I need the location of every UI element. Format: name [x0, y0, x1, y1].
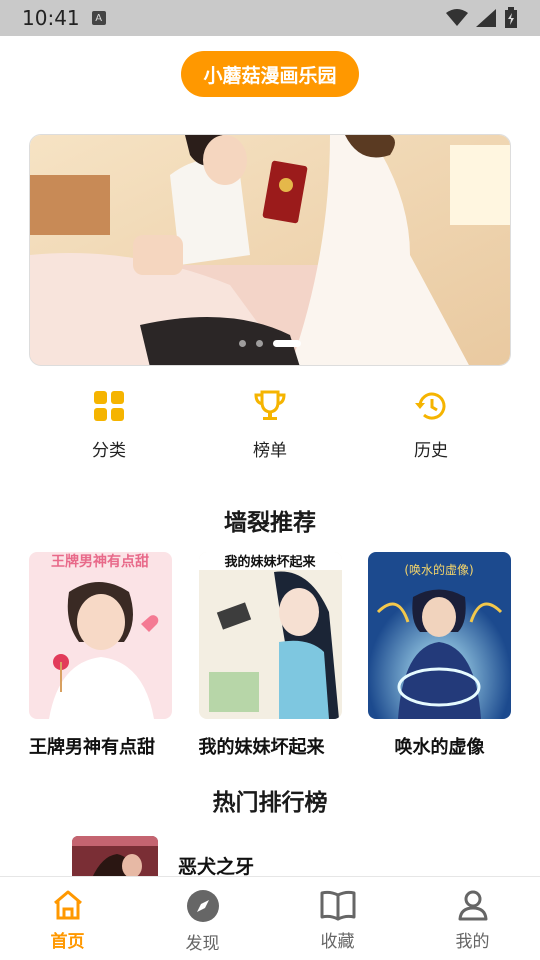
tab-profile[interactable]: 我的	[405, 877, 540, 960]
bottom-tab-bar: 首页 发现 收藏 我的	[0, 876, 540, 960]
section-title-ranking: 热门排行榜	[212, 790, 328, 816]
user-icon	[458, 890, 487, 921]
notification-icon: A	[91, 11, 106, 25]
comic-card[interactable]: 我的妹妹坏起来 我的妹妹坏起来	[198, 552, 342, 759]
quick-action-category[interactable]: 分类	[29, 390, 189, 461]
cover-title-text: 王牌男神有点甜	[51, 553, 149, 570]
banner-carousel[interactable]	[29, 134, 511, 366]
tab-label: 收藏	[320, 932, 355, 952]
comic-cover: (唤水的虚像)	[368, 552, 511, 719]
tab-home[interactable]: 首页	[0, 877, 135, 960]
carousel-dot-active[interactable]	[273, 340, 301, 347]
quick-action-label: 榜单	[253, 441, 287, 461]
ranking-name: 恶犬之牙	[178, 856, 255, 878]
trophy-icon	[254, 390, 286, 420]
battery-icon	[505, 7, 517, 28]
carousel-dot[interactable]	[239, 340, 246, 347]
comic-name: 我的妹妹坏起来	[198, 737, 325, 758]
status-bar: 10:41 A	[0, 0, 540, 36]
status-time: 10:41	[22, 6, 80, 30]
quick-action-history[interactable]: 历史	[351, 390, 511, 461]
comic-name: 王牌男神有点甜	[29, 737, 155, 758]
recommend-list: 王牌男神有点甜 王牌男神有点甜 我的妹妹坏起来 我的妹妹坏起来 (唤水的虚像) …	[29, 552, 511, 759]
book-icon	[320, 890, 355, 921]
quick-action-label: 分类	[92, 441, 126, 461]
compass-icon	[186, 890, 219, 922]
carousel-dot[interactable]	[256, 340, 263, 347]
quick-action-ranking[interactable]: 榜单	[190, 390, 350, 461]
tab-favorites[interactable]: 收藏	[270, 877, 405, 960]
grid-icon	[94, 391, 124, 421]
comic-name: 唤水的虚像	[394, 737, 485, 758]
history-icon	[415, 392, 446, 420]
cover-title-text: (唤水的虚像)	[404, 562, 473, 577]
tab-label: 首页	[50, 932, 85, 952]
comic-cover: 王牌男神有点甜	[29, 552, 172, 719]
comic-card[interactable]: (唤水的虚像) 唤水的虚像	[368, 552, 511, 759]
section-title-recommend: 墙裂推荐	[224, 510, 316, 536]
home-icon	[53, 890, 82, 920]
cover-title-text: 我的妹妹坏起来	[224, 554, 316, 570]
comic-cover: 我的妹妹坏起来	[198, 552, 342, 719]
wifi-icon	[446, 9, 468, 26]
tab-label: 我的	[455, 932, 490, 952]
tab-label: 发现	[185, 934, 220, 954]
quick-action-label: 历史	[414, 441, 448, 461]
app-title: 小蘑菇漫画乐园	[181, 51, 359, 97]
banner-image	[30, 135, 510, 365]
tab-discover[interactable]: 发现	[135, 877, 270, 960]
comic-card[interactable]: 王牌男神有点甜 王牌男神有点甜	[29, 552, 172, 759]
ranking-cover	[72, 836, 158, 878]
quick-actions: 分类 榜单 历史	[29, 390, 511, 461]
signal-icon	[476, 9, 496, 27]
ranking-item[interactable]: 恶犬之牙	[72, 836, 254, 879]
